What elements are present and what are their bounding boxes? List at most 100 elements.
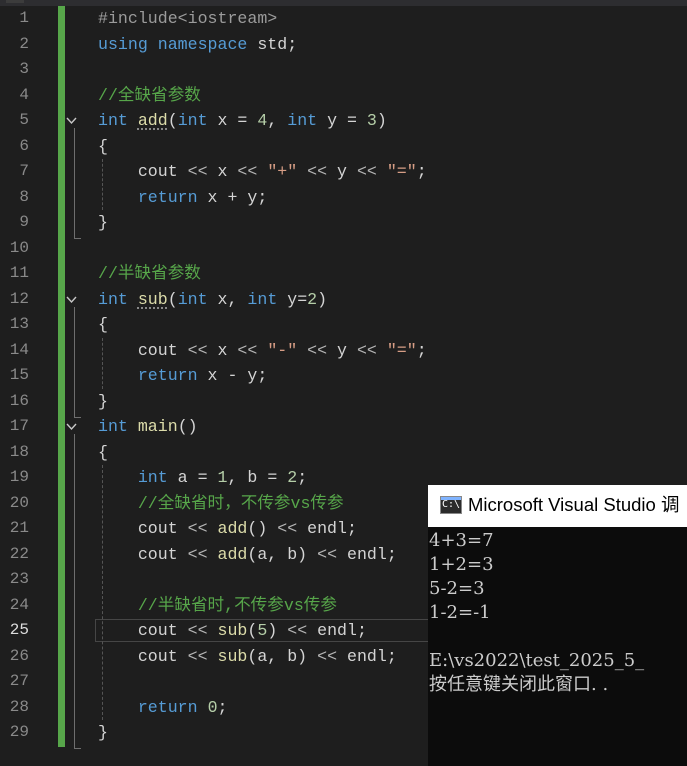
code-text[interactable]: int a = 1, b = 2; xyxy=(98,465,307,491)
code-token: cout xyxy=(98,162,188,181)
code-token: int xyxy=(177,111,208,130)
code-token: << xyxy=(287,621,308,640)
code-token: << xyxy=(187,519,208,538)
code-text[interactable]: #include<iostream> xyxy=(98,6,277,32)
console-app-icon: C:\ xyxy=(440,496,462,514)
code-text[interactable]: cout << x << "+" << y << "="; xyxy=(98,159,427,185)
line-number: 8 xyxy=(19,187,29,206)
code-line[interactable]: 15 return x - y; xyxy=(0,363,687,389)
code-token: 5 xyxy=(257,621,268,640)
code-token: << xyxy=(187,340,208,360)
code-token: x xyxy=(207,340,238,360)
code-line[interactable]: 17 int main() xyxy=(0,414,687,440)
code-line[interactable]: 1 #include<iostream> xyxy=(0,6,687,32)
console-title-bar[interactable]: C:\ Microsoft Visual Studio 调 xyxy=(428,485,687,527)
line-number: 17 xyxy=(9,417,29,435)
code-token: //半缺省时,不传参vs传参 xyxy=(137,595,337,615)
code-text[interactable]: { xyxy=(98,134,108,160)
code-line[interactable]: 18 { xyxy=(0,440,687,466)
code-token: sub xyxy=(217,646,248,666)
code-text[interactable]: cout << add() << endl; xyxy=(98,516,357,542)
code-token: ( xyxy=(247,621,258,640)
code-text[interactable]: cout << sub(a, b) << endl; xyxy=(98,644,397,670)
line-number: 13 xyxy=(9,315,29,333)
code-token: x = xyxy=(207,111,258,130)
code-line[interactable]: 2 using namespace std; xyxy=(0,32,687,58)
code-text[interactable]: return 0; xyxy=(98,695,228,721)
code-line[interactable]: 12 int sub(int x, int y=2) xyxy=(0,287,687,313)
code-text[interactable]: } xyxy=(98,210,108,236)
code-text[interactable]: cout << x << "-" << y << "="; xyxy=(98,338,427,364)
code-text[interactable]: return x - y; xyxy=(98,363,267,389)
code-token: } xyxy=(98,723,108,742)
code-token: #include<iostream> xyxy=(98,9,278,28)
code-line[interactable]: 7 cout << x << "+" << y << "="; xyxy=(0,159,687,185)
console-output-line: 5-2=3 xyxy=(429,578,485,599)
fold-chevron-icon[interactable] xyxy=(66,115,77,126)
code-token: y = xyxy=(317,111,367,130)
code-text[interactable]: } xyxy=(98,389,108,415)
code-token: //全缺省参数 xyxy=(98,85,201,105)
code-text[interactable]: //全缺省时，不传参vs传参 xyxy=(98,491,344,517)
code-token: int xyxy=(98,289,128,309)
line-number: 7 xyxy=(19,162,29,180)
code-line[interactable]: 14 cout << x << "-" << y << "="; xyxy=(0,338,687,364)
line-number: 18 xyxy=(9,442,29,461)
code-token: int xyxy=(247,289,278,309)
code-line[interactable]: 13 { xyxy=(0,312,687,338)
code-token: << xyxy=(317,646,338,666)
console-title: Microsoft Visual Studio 调 xyxy=(468,494,680,515)
code-token: 0 xyxy=(207,697,218,717)
code-token: endl; xyxy=(337,544,397,564)
code-text[interactable]: { xyxy=(98,312,108,338)
code-line[interactable]: 8 return x + y; xyxy=(0,185,687,211)
code-text[interactable]: //半缺省参数 xyxy=(98,261,201,287)
code-line[interactable]: 10 xyxy=(0,236,687,262)
code-line[interactable]: 6{ xyxy=(0,134,687,160)
code-line[interactable]: 4 //全缺省参数 xyxy=(0,83,687,109)
code-token: x - y; xyxy=(197,366,268,385)
line-number: 23 xyxy=(9,570,29,588)
code-text[interactable]: return x + y; xyxy=(98,185,267,211)
code-text[interactable]: cout << sub(5) << endl; xyxy=(98,618,367,644)
code-text[interactable]: } xyxy=(98,720,108,746)
fold-chevron-icon[interactable] xyxy=(66,421,77,432)
code-token: 3 xyxy=(366,111,377,130)
code-token: { xyxy=(98,315,108,334)
code-line[interactable]: 9} xyxy=(0,210,687,236)
code-line[interactable]: 11 //半缺省参数 xyxy=(0,261,687,287)
code-text[interactable]: cout << add(a, b) << endl; xyxy=(98,542,397,568)
code-line[interactable]: 5 int add(int x = 4, int y = 3) xyxy=(0,108,687,134)
code-text[interactable]: //全缺省参数 xyxy=(98,83,201,109)
code-token: << xyxy=(237,340,258,360)
line-number: 5 xyxy=(19,111,29,129)
fold-chevron-icon[interactable] xyxy=(66,294,77,305)
code-token: //全缺省时，不传参vs传参 xyxy=(137,493,344,513)
code-line[interactable]: 3 xyxy=(0,57,687,83)
code-token: return xyxy=(137,366,198,385)
code-token: 2 xyxy=(307,289,318,309)
code-token: sub xyxy=(217,621,248,640)
code-text[interactable]: int main() xyxy=(98,414,198,440)
line-number: 11 xyxy=(9,264,29,282)
code-text[interactable]: int add(int x = 4, int y = 3) xyxy=(98,108,387,134)
code-text[interactable]: { xyxy=(98,440,108,466)
code-text[interactable]: int sub(int x, int y=2) xyxy=(98,287,327,313)
code-token: ; xyxy=(297,468,308,487)
console-output-line: 4+3=7 xyxy=(429,530,494,551)
debug-console-window[interactable]: C:\ Microsoft Visual Studio 调 4+3=7 1+2=3… xyxy=(428,485,687,766)
code-text[interactable]: //半缺省时,不传参vs传参 xyxy=(98,593,337,619)
code-text[interactable]: using namespace std; xyxy=(98,32,297,58)
code-token: << xyxy=(187,621,208,640)
code-token: (a, b) xyxy=(247,544,318,564)
code-line[interactable]: 16} xyxy=(0,389,687,415)
